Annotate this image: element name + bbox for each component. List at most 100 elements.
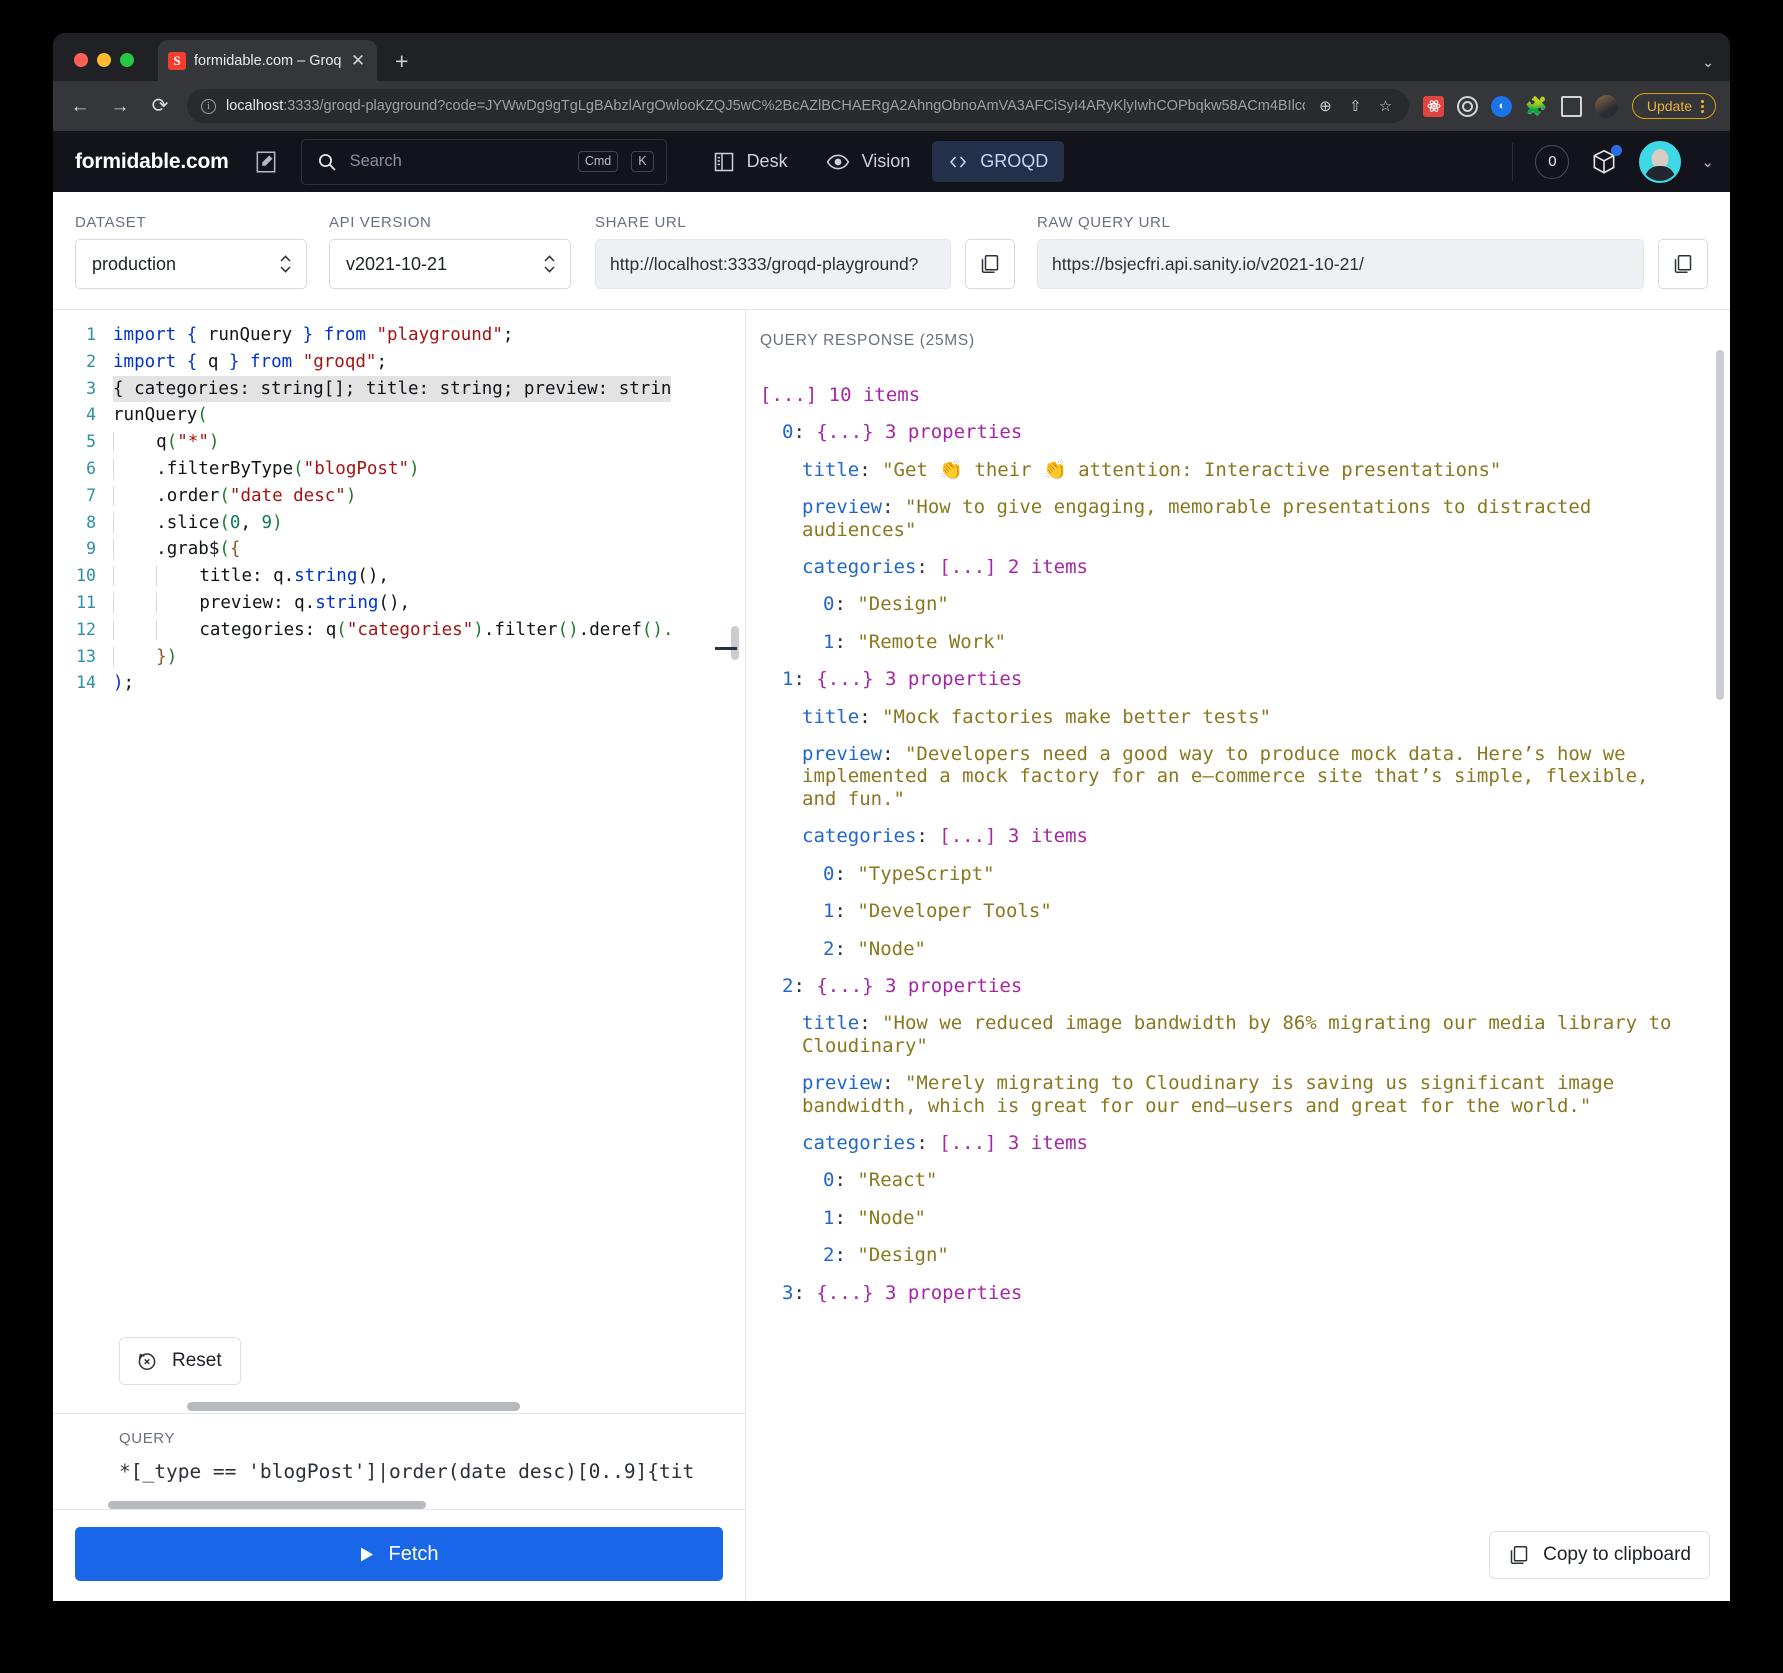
indent-guide [113, 566, 157, 587]
target-icon[interactable] [1457, 95, 1479, 117]
count-badge[interactable]: 0 [1535, 144, 1570, 179]
close-window-button[interactable] [74, 53, 88, 67]
blue-circle-icon[interactable]: ◐ [1491, 95, 1513, 117]
code-token: } [302, 325, 314, 345]
code-token: (), [357, 566, 389, 587]
package-update-badge [1611, 144, 1623, 156]
stepper-icon [279, 253, 292, 275]
chevron-down-icon[interactable]: ⌄ [1701, 153, 1714, 171]
copy-to-clipboard-button[interactable]: Copy to clipboard [1489, 1531, 1710, 1579]
response-token: : [834, 937, 858, 960]
response-token: : [916, 1131, 940, 1154]
code-token: runQuery [197, 325, 303, 345]
api-version-select[interactable]: v2021-10-21 [329, 239, 571, 289]
code-editor[interactable]: 1 import { runQuery } from "playground"; 2… [53, 310, 745, 1413]
response-line: preview: "How to give engaging, memorabl… [760, 496, 1684, 541]
line-number: 11 [76, 592, 96, 612]
address-bar[interactable]: i localhost:3333/groqd-playground?code=J… [187, 89, 1410, 123]
forward-icon[interactable]: → [107, 97, 133, 116]
tab-groqd[interactable]: GROQD [932, 141, 1065, 182]
response-token: : [882, 743, 905, 766]
share-icon[interactable]: ⇧ [1345, 97, 1365, 115]
code-token: } [156, 646, 167, 667]
zoom-icon[interactable]: ⊕ [1315, 97, 1335, 115]
response-token: 0 [823, 593, 835, 616]
response-token: "React" [857, 1169, 938, 1192]
response-token: : [834, 1169, 858, 1192]
response-token: : [859, 705, 883, 728]
code-text: .filterByType("blogPost") [113, 456, 420, 483]
chrome-profile-avatar[interactable] [1594, 94, 1618, 118]
update-button[interactable]: Update [1631, 93, 1716, 119]
share-url-value[interactable]: http://localhost:3333/groqd-playground? [595, 239, 951, 289]
reset-icon [135, 1349, 159, 1373]
code-token: 0 [229, 512, 241, 533]
code-token: () [557, 619, 579, 640]
code-line: 7 .order("date desc") [53, 483, 745, 510]
code-token: { [186, 325, 198, 345]
back-icon[interactable]: ← [67, 97, 93, 116]
editor-vertical-scrollbar[interactable] [731, 626, 739, 660]
react-devtools-icon[interactable] [1423, 95, 1445, 117]
code-token: .slice [156, 512, 220, 533]
kebab-menu-icon[interactable] [1701, 99, 1704, 113]
maximize-window-button[interactable] [120, 53, 134, 67]
response-token: : [793, 421, 817, 444]
api-version-field: API VERSION v2021-10-21 [329, 214, 571, 289]
window-traffic-lights[interactable] [53, 53, 134, 81]
code-brackets-icon [948, 152, 968, 172]
line-number: 10 [76, 566, 96, 586]
fetch-button[interactable]: Fetch [75, 1527, 723, 1581]
code-lines[interactable]: 1 import { runQuery } from "playground"; 2… [53, 310, 745, 697]
minimize-window-button[interactable] [97, 53, 111, 67]
response-token: "Merely migrating to Cloudinary is savin… [802, 1072, 1615, 1117]
response-token: "Node" [857, 1206, 926, 1229]
dataset-select[interactable]: production [75, 239, 307, 289]
line-number: 6 [86, 458, 96, 478]
reload-icon[interactable]: ⟳ [147, 96, 173, 116]
brand-title: formidable.com [75, 149, 229, 173]
share-url-row: http://localhost:3333/groqd-playground? [595, 239, 1015, 289]
query-horizontal-scrollbar[interactable] [108, 1501, 426, 1509]
puzzle-extension-icon[interactable]: 🧩 [1525, 97, 1547, 115]
response-token: : [834, 1206, 858, 1229]
tab-desk[interactable]: Desk [697, 141, 804, 183]
site-info-icon[interactable]: i [201, 98, 216, 114]
copy-share-url-button[interactable] [965, 239, 1015, 289]
response-token: : [834, 593, 858, 616]
search-input[interactable]: Search Cmd K [300, 138, 667, 185]
indent-guide [113, 646, 157, 667]
code-line: 11 preview: q.string(), [53, 590, 745, 617]
new-tab-button[interactable]: + [395, 50, 408, 73]
reset-button[interactable]: Reset [119, 1337, 241, 1385]
code-text: }) [113, 644, 177, 671]
response-vertical-scrollbar[interactable] [1716, 350, 1724, 700]
response-token: "Node" [857, 937, 926, 960]
response-token: 3 properties [873, 668, 1023, 691]
tab-list-chevron-icon[interactable]: ⌄ [1702, 54, 1714, 71]
package-cube-icon[interactable] [1589, 144, 1623, 177]
code-token: ; [502, 325, 514, 345]
editor-horizontal-scrollbar[interactable] [187, 1402, 520, 1411]
raw-query-url-value[interactable]: https://bsjecfri.api.sanity.io/v2021-10-… [1037, 239, 1644, 289]
response-token: : [793, 1281, 817, 1304]
code-token: "groqd" [302, 351, 377, 372]
bookmark-star-icon[interactable]: ☆ [1375, 97, 1395, 115]
browser-window: S formidable.com – Groqd Playgr ✕ + ⌄ ← … [53, 33, 1730, 1601]
response-token: {...} [816, 974, 874, 997]
code-token: { categories: string[]; title: string; p… [113, 378, 672, 399]
share-url-field: SHARE URL http://localhost:3333/groqd-pl… [595, 214, 1015, 289]
avatar[interactable] [1639, 140, 1682, 183]
tab-desk-label: Desk [746, 151, 788, 171]
code-token: ( [219, 512, 230, 533]
line-number: 9 [86, 539, 96, 559]
compose-icon[interactable] [253, 149, 279, 175]
copy-raw-query-url-button[interactable] [1658, 239, 1708, 289]
browser-tab[interactable]: S formidable.com – Groqd Playgr ✕ [158, 40, 377, 81]
line-number: 14 [76, 673, 96, 693]
tab-vision[interactable]: Vision [810, 141, 927, 183]
response-token: preview [802, 743, 883, 766]
tab-close-icon[interactable]: ✕ [349, 52, 367, 69]
sidepanel-icon[interactable] [1560, 95, 1582, 117]
response-line: title: "Get 👏 their 👏 attention: Interac… [760, 459, 1684, 481]
